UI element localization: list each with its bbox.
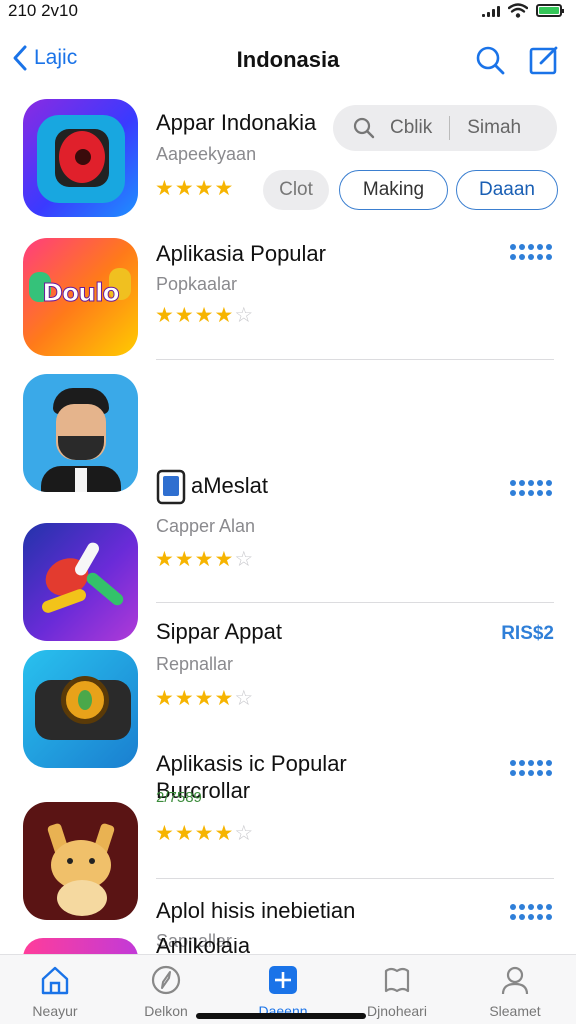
- signal-icon: [482, 5, 500, 17]
- search-segment-left[interactable]: Cblik: [390, 117, 432, 139]
- compass-icon: [151, 965, 181, 995]
- app-subtitle: Aapeekyaan: [156, 144, 257, 164]
- app-icon-fox[interactable]: [23, 802, 138, 920]
- book-icon: [384, 967, 410, 993]
- app-icon-doulo[interactable]: Doulo: [23, 238, 138, 356]
- wifi-icon: [508, 3, 528, 18]
- rating-stars: ★★★★☆: [155, 548, 255, 571]
- app-icon-text: Doulo: [42, 278, 120, 308]
- app-name: aMeslat: [191, 473, 269, 498]
- app-subtitle: Repnallar: [156, 654, 234, 674]
- search-segment-control[interactable]: Cblik Simah: [333, 105, 557, 151]
- tab-daeenn[interactable]: Daeenn: [238, 963, 328, 1019]
- home-indicator[interactable]: [196, 1013, 366, 1019]
- chip-making[interactable]: Making: [339, 170, 448, 210]
- app-name: Sippar Appat: [156, 619, 282, 644]
- app-name: Aplikasia Popular: [156, 241, 326, 266]
- app-subtitle: 2/7589: [156, 789, 202, 806]
- status-bar: 210 2v10: [0, 0, 576, 24]
- tab-neayur[interactable]: Neayur: [10, 963, 100, 1019]
- app-icon-bird[interactable]: [23, 523, 138, 641]
- app-name: Aplol hisis inebietian: [156, 898, 356, 923]
- tab-delkon[interactable]: Delkon: [121, 963, 211, 1019]
- more-dots-icon[interactable]: [510, 480, 554, 496]
- compose-icon[interactable]: [528, 44, 560, 76]
- app-name: Appar Indonakia: [156, 110, 317, 135]
- tab-djnoheari[interactable]: Djnoheari: [352, 963, 442, 1019]
- rating-stars: ★★★★☆: [155, 304, 255, 327]
- more-dots-icon[interactable]: [510, 904, 554, 920]
- status-time: 210 2v10: [8, 1, 78, 20]
- search-icon[interactable]: [474, 44, 506, 76]
- app-badge-icon: [156, 469, 186, 505]
- rating-stars: ★★★★☆: [155, 822, 255, 845]
- tab-label: Sleamet: [489, 1003, 541, 1019]
- more-dots-icon[interactable]: [510, 760, 554, 776]
- divider: [156, 359, 554, 360]
- rating-stars: ★★★★☆: [155, 687, 255, 710]
- home-icon: [41, 966, 69, 995]
- plus-icon: [269, 966, 297, 994]
- search-segment-right[interactable]: Simah: [467, 117, 521, 139]
- person-icon: [501, 966, 529, 995]
- app-subtitle: Popkaalar: [156, 274, 238, 294]
- divider: [156, 878, 554, 879]
- status-icons: [482, 3, 564, 18]
- search-icon: [353, 117, 375, 139]
- navigation-bar: Lajic Indonasia: [0, 38, 576, 86]
- price-label[interactable]: RIS$2: [501, 623, 554, 645]
- app-name: Aplikasis ic Popular: [156, 751, 347, 776]
- app-icon-person[interactable]: [23, 374, 138, 492]
- app-icon-device[interactable]: [23, 650, 138, 768]
- divider: [156, 602, 554, 603]
- rating-stars: ★★★★: [155, 177, 235, 200]
- battery-icon: [536, 4, 564, 17]
- app-subtitle: Capper Alan: [156, 516, 256, 536]
- more-dots-icon[interactable]: [510, 244, 554, 260]
- chip-daaan[interactable]: Daaan: [456, 170, 558, 210]
- tab-sleamet[interactable]: Sleamet: [470, 963, 560, 1019]
- tab-label: Neayur: [32, 1003, 78, 1019]
- app-icon-target[interactable]: [23, 99, 138, 217]
- app-name: Anlikolaia: [156, 938, 251, 954]
- chip-clot[interactable]: Clot: [263, 170, 329, 210]
